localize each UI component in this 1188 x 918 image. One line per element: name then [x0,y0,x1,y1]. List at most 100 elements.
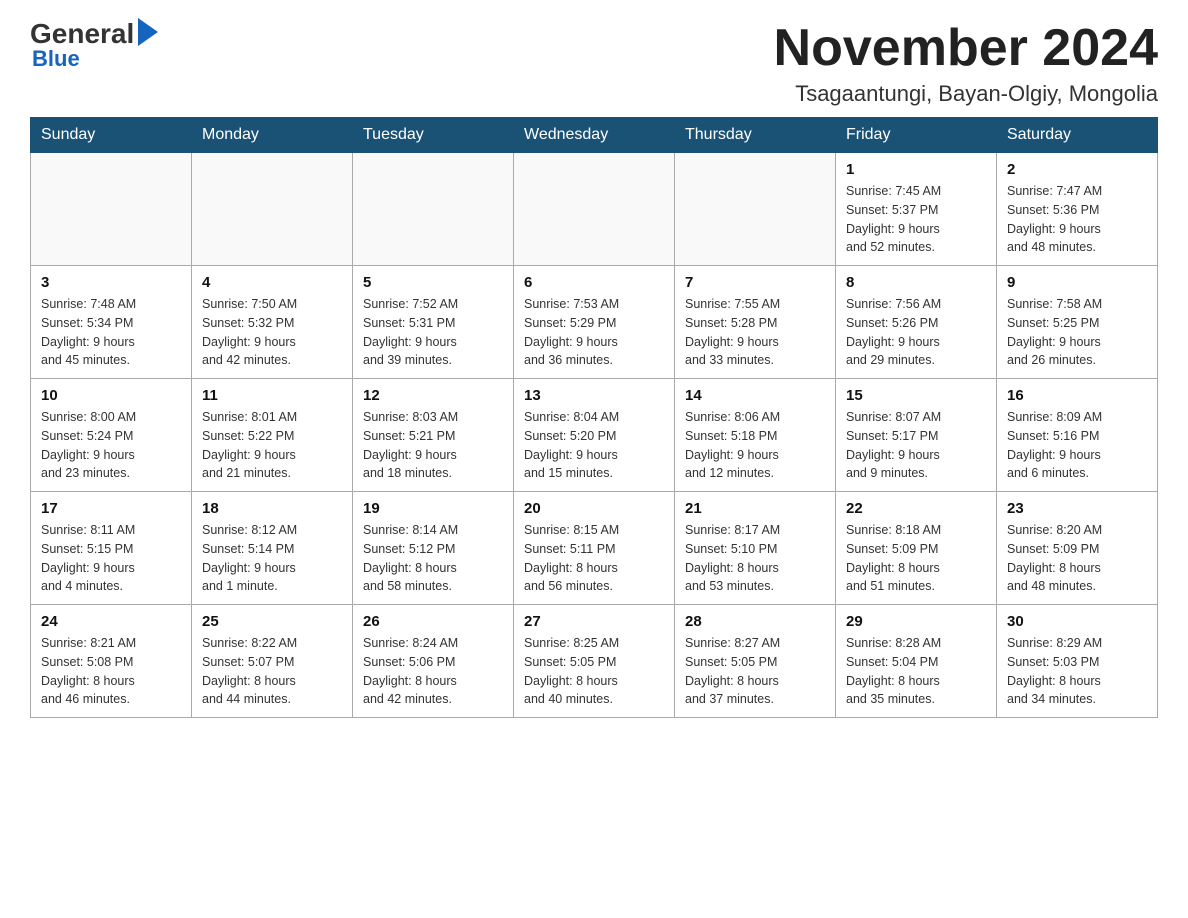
day-info: Sunrise: 8:24 AM Sunset: 5:06 PM Dayligh… [363,634,503,709]
day-info: Sunrise: 8:09 AM Sunset: 5:16 PM Dayligh… [1007,408,1147,483]
header: General Blue November 2024 Tsagaantungi,… [30,20,1158,107]
day-info: Sunrise: 8:12 AM Sunset: 5:14 PM Dayligh… [202,521,342,596]
calendar-cell: 24 Sunrise: 8:21 AM Sunset: 5:08 PM Dayli… [31,605,192,718]
logo-general: General [30,20,134,48]
day-number: 16 [1007,387,1147,404]
day-number: 19 [363,500,503,517]
day-number: 14 [685,387,825,404]
day-number: 7 [685,274,825,291]
day-number: 18 [202,500,342,517]
calendar-cell: 27 Sunrise: 8:25 AM Sunset: 5:05 PM Dayli… [514,605,675,718]
week-row-3: 10Sunrise: 8:00 AM Sunset: 5:24 PM Dayli… [31,379,1158,492]
day-number: 21 [685,500,825,517]
weekday-monday: Monday [192,118,353,153]
day-info: Sunrise: 8:03 AM Sunset: 5:21 PM Dayligh… [363,408,503,483]
calendar-cell: 15 Sunrise: 8:07 AM Sunset: 5:17 PM Dayli… [836,379,997,492]
calendar-cell: 9Sunrise: 7:58 AM Sunset: 5:25 PM Daylig… [997,266,1158,379]
day-info: Sunrise: 8:01 AM Sunset: 5:22 PM Dayligh… [202,408,342,483]
calendar-cell: 23 Sunrise: 8:20 AM Sunset: 5:09 PM Dayli… [997,492,1158,605]
day-number: 10 [41,387,181,404]
day-info: Sunrise: 8:29 AM Sunset: 5:03 PM Dayligh… [1007,634,1147,709]
calendar-cell: 11 Sunrise: 8:01 AM Sunset: 5:22 PM Dayli… [192,379,353,492]
day-number: 23 [1007,500,1147,517]
day-info: Sunrise: 7:48 AM Sunset: 5:34 PM Dayligh… [41,295,181,370]
day-info: Sunrise: 7:52 AM Sunset: 5:31 PM Dayligh… [363,295,503,370]
title-area: November 2024 Tsagaantungi, Bayan-Olgiy,… [774,20,1158,107]
calendar-cell: 2Sunrise: 7:47 AM Sunset: 5:36 PM Daylig… [997,153,1158,266]
day-number: 11 [202,387,342,404]
day-number: 13 [524,387,664,404]
calendar-cell: 7 Sunrise: 7:55 AM Sunset: 5:28 PM Daylig… [675,266,836,379]
calendar-cell [514,153,675,266]
day-number: 24 [41,613,181,630]
day-number: 22 [846,500,986,517]
calendar-cell: 14Sunrise: 8:06 AM Sunset: 5:18 PM Dayli… [675,379,836,492]
day-info: Sunrise: 8:07 AM Sunset: 5:17 PM Dayligh… [846,408,986,483]
calendar-cell: 29 Sunrise: 8:28 AM Sunset: 5:04 PM Dayli… [836,605,997,718]
calendar-cell: 5 Sunrise: 7:52 AM Sunset: 5:31 PM Daylig… [353,266,514,379]
day-number: 30 [1007,613,1147,630]
day-number: 4 [202,274,342,291]
calendar-cell: 21 Sunrise: 8:17 AM Sunset: 5:10 PM Dayli… [675,492,836,605]
day-info: Sunrise: 7:56 AM Sunset: 5:26 PM Dayligh… [846,295,986,370]
week-row-2: 3Sunrise: 7:48 AM Sunset: 5:34 PM Daylig… [31,266,1158,379]
logo-blue: Blue [30,46,80,72]
day-number: 5 [363,274,503,291]
calendar-cell: 28 Sunrise: 8:27 AM Sunset: 5:05 PM Dayli… [675,605,836,718]
calendar-cell: 30 Sunrise: 8:29 AM Sunset: 5:03 PM Dayli… [997,605,1158,718]
day-info: Sunrise: 7:50 AM Sunset: 5:32 PM Dayligh… [202,295,342,370]
calendar-cell: 16 Sunrise: 8:09 AM Sunset: 5:16 PM Dayli… [997,379,1158,492]
weekday-tuesday: Tuesday [353,118,514,153]
day-number: 8 [846,274,986,291]
day-info: Sunrise: 8:15 AM Sunset: 5:11 PM Dayligh… [524,521,664,596]
calendar-cell: 17 Sunrise: 8:11 AM Sunset: 5:15 PM Dayli… [31,492,192,605]
calendar-cell: 19 Sunrise: 8:14 AM Sunset: 5:12 PM Dayli… [353,492,514,605]
calendar-cell [353,153,514,266]
day-number: 1 [846,161,986,178]
calendar-cell: 22 Sunrise: 8:18 AM Sunset: 5:09 PM Dayli… [836,492,997,605]
day-info: Sunrise: 8:17 AM Sunset: 5:10 PM Dayligh… [685,521,825,596]
day-number: 26 [363,613,503,630]
day-number: 15 [846,387,986,404]
week-row-4: 17 Sunrise: 8:11 AM Sunset: 5:15 PM Dayli… [31,492,1158,605]
day-info: Sunrise: 8:25 AM Sunset: 5:05 PM Dayligh… [524,634,664,709]
calendar-cell [675,153,836,266]
day-info: Sunrise: 8:14 AM Sunset: 5:12 PM Dayligh… [363,521,503,596]
day-number: 9 [1007,274,1147,291]
calendar-title: November 2024 [774,20,1158,77]
day-info: Sunrise: 7:47 AM Sunset: 5:36 PM Dayligh… [1007,182,1147,257]
day-info: Sunrise: 8:04 AM Sunset: 5:20 PM Dayligh… [524,408,664,483]
day-info: Sunrise: 7:55 AM Sunset: 5:28 PM Dayligh… [685,295,825,370]
day-number: 28 [685,613,825,630]
day-info: Sunrise: 8:20 AM Sunset: 5:09 PM Dayligh… [1007,521,1147,596]
logo-arrow-icon [138,18,158,46]
calendar-cell [192,153,353,266]
calendar-cell: 10Sunrise: 8:00 AM Sunset: 5:24 PM Dayli… [31,379,192,492]
calendar-cell: 4 Sunrise: 7:50 AM Sunset: 5:32 PM Daylig… [192,266,353,379]
calendar-cell: 20 Sunrise: 8:15 AM Sunset: 5:11 PM Dayli… [514,492,675,605]
day-info: Sunrise: 8:28 AM Sunset: 5:04 PM Dayligh… [846,634,986,709]
day-info: Sunrise: 8:21 AM Sunset: 5:08 PM Dayligh… [41,634,181,709]
day-info: Sunrise: 8:27 AM Sunset: 5:05 PM Dayligh… [685,634,825,709]
week-row-5: 24 Sunrise: 8:21 AM Sunset: 5:08 PM Dayli… [31,605,1158,718]
calendar-cell: 8 Sunrise: 7:56 AM Sunset: 5:26 PM Daylig… [836,266,997,379]
weekday-saturday: Saturday [997,118,1158,153]
day-info: Sunrise: 8:11 AM Sunset: 5:15 PM Dayligh… [41,521,181,596]
day-number: 25 [202,613,342,630]
weekday-friday: Friday [836,118,997,153]
calendar-cell: 18 Sunrise: 8:12 AM Sunset: 5:14 PM Dayli… [192,492,353,605]
day-number: 29 [846,613,986,630]
calendar-cell: 13 Sunrise: 8:04 AM Sunset: 5:20 PM Dayli… [514,379,675,492]
calendar-table: SundayMondayTuesdayWednesdayThursdayFrid… [30,117,1158,718]
calendar-cell: 26 Sunrise: 8:24 AM Sunset: 5:06 PM Dayli… [353,605,514,718]
calendar-cell: 6Sunrise: 7:53 AM Sunset: 5:29 PM Daylig… [514,266,675,379]
day-info: Sunrise: 8:18 AM Sunset: 5:09 PM Dayligh… [846,521,986,596]
calendar-subtitle: Tsagaantungi, Bayan-Olgiy, Mongolia [774,81,1158,107]
day-number: 20 [524,500,664,517]
day-number: 27 [524,613,664,630]
day-number: 17 [41,500,181,517]
logo: General Blue [30,20,158,72]
day-number: 12 [363,387,503,404]
week-row-1: 1Sunrise: 7:45 AM Sunset: 5:37 PM Daylig… [31,153,1158,266]
weekday-sunday: Sunday [31,118,192,153]
